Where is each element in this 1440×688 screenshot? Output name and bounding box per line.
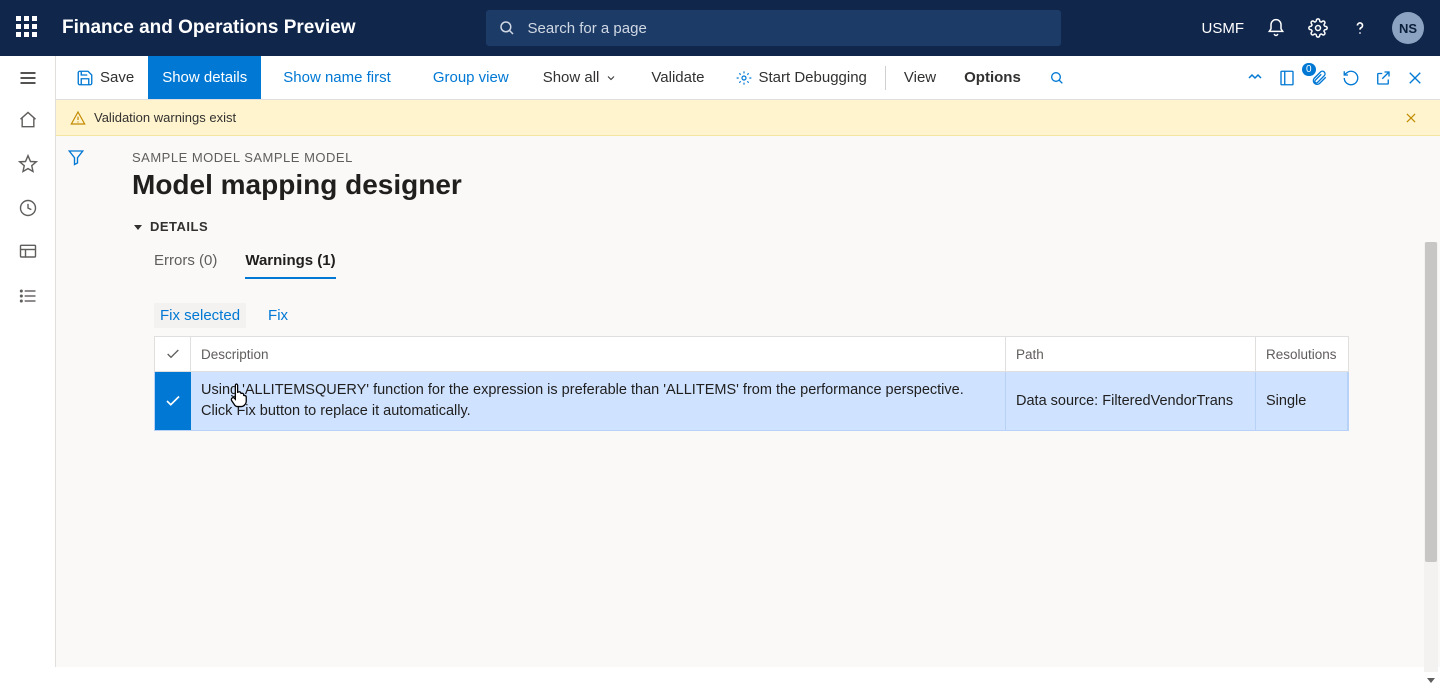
attachments-badge: 0	[1302, 63, 1316, 76]
hamburger-icon	[18, 68, 38, 88]
rail-home-button[interactable]	[18, 110, 38, 130]
chevron-down-icon	[605, 72, 617, 84]
banner-close-button[interactable]	[1404, 111, 1426, 125]
close-icon	[1404, 111, 1418, 125]
cell-path: Data source: FilteredVendorTrans	[1006, 372, 1256, 430]
details-label: DETAILS	[150, 219, 208, 234]
app-title: Finance and Operations Preview	[62, 17, 356, 39]
star-icon	[18, 154, 38, 174]
left-rail	[0, 100, 56, 667]
close-icon	[1406, 69, 1424, 87]
search-icon	[1049, 70, 1065, 86]
row-checkbox[interactable]	[155, 372, 191, 430]
validation-warning-banner: Validation warnings exist	[56, 100, 1440, 136]
global-search[interactable]	[486, 10, 1061, 46]
list-icon	[18, 286, 38, 306]
rail-modules-button[interactable]	[18, 286, 38, 306]
search-input[interactable]	[528, 20, 1049, 37]
rail-workspaces-button[interactable]	[18, 242, 38, 262]
scrollbar-thumb[interactable]	[1425, 242, 1437, 562]
help-icon[interactable]	[1350, 18, 1370, 38]
column-header-description[interactable]: Description	[191, 337, 1006, 371]
popout-icon	[1374, 69, 1392, 87]
details-section-toggle[interactable]: DETAILS	[132, 219, 1440, 234]
start-debugging-button[interactable]: Start Debugging	[722, 56, 880, 99]
separator	[885, 66, 886, 90]
refresh-button[interactable]	[1342, 69, 1360, 87]
warnings-actions: Fix selected Fix	[154, 303, 1440, 328]
caret-down-icon	[132, 221, 144, 233]
app-launcher-icon[interactable]	[16, 16, 40, 40]
workspace-icon	[18, 242, 38, 262]
check-icon	[165, 346, 181, 362]
scroll-down-arrow[interactable]	[1424, 672, 1438, 688]
fix-selected-button[interactable]: Fix selected	[154, 303, 246, 328]
office-icon[interactable]	[1278, 69, 1296, 87]
tab-warnings[interactable]: Warnings (1)	[245, 252, 335, 279]
warning-icon	[70, 110, 86, 126]
banner-text: Validation warnings exist	[94, 110, 236, 125]
popout-button[interactable]	[1374, 69, 1392, 87]
search-icon	[498, 19, 516, 37]
grid-header-row: Description Path Resolutions	[154, 336, 1349, 372]
options-menu[interactable]: Options	[950, 56, 1035, 99]
filter-rail	[56, 136, 96, 667]
rail-favorites-button[interactable]	[18, 154, 38, 174]
table-row[interactable]: Using 'ALLITEMSQUERY' function for the e…	[154, 372, 1349, 431]
clock-icon	[18, 198, 38, 218]
column-header-path[interactable]: Path	[1006, 337, 1256, 371]
show-name-first-button[interactable]: Show name first	[269, 56, 405, 99]
save-label: Save	[100, 69, 134, 86]
refresh-icon	[1342, 69, 1360, 87]
view-menu[interactable]: View	[890, 56, 950, 99]
validate-button[interactable]: Validate	[637, 56, 718, 99]
flow-icon[interactable]	[1246, 69, 1264, 87]
notifications-icon[interactable]	[1266, 18, 1286, 38]
group-view-button[interactable]: Group view	[419, 56, 523, 99]
home-icon	[18, 110, 38, 130]
page-main: SAMPLE MODEL SAMPLE MODEL Model mapping …	[96, 136, 1440, 667]
user-avatar[interactable]: NS	[1392, 12, 1424, 44]
save-icon	[76, 69, 94, 87]
select-all-checkbox[interactable]	[155, 337, 191, 371]
rail-recent-button[interactable]	[18, 198, 38, 218]
global-header: Finance and Operations Preview USMF NS	[0, 0, 1440, 56]
attachments-button[interactable]: 0	[1310, 69, 1328, 87]
close-button[interactable]	[1406, 69, 1424, 87]
column-header-resolutions[interactable]: Resolutions	[1256, 337, 1348, 371]
settings-icon[interactable]	[1308, 18, 1328, 38]
debug-icon	[736, 70, 752, 86]
tab-errors[interactable]: Errors (0)	[154, 252, 217, 279]
cell-description: Using 'ALLITEMSQUERY' function for the e…	[191, 372, 1006, 430]
warnings-grid: Description Path Resolutions Using 'ALLI…	[154, 336, 1349, 431]
show-all-dropdown[interactable]: Show all	[529, 56, 632, 99]
cell-resolutions: Single	[1256, 372, 1348, 430]
breadcrumb: SAMPLE MODEL SAMPLE MODEL	[132, 150, 1440, 165]
command-bar: Save Show details Show name first Group …	[0, 56, 1440, 100]
save-button[interactable]: Save	[56, 56, 148, 99]
vertical-scrollbar[interactable]	[1424, 242, 1438, 672]
filter-icon[interactable]	[67, 148, 85, 166]
check-icon	[164, 392, 182, 410]
find-button[interactable]	[1035, 56, 1079, 99]
content-area: Validation warnings exist SAMPLE MODEL S…	[56, 100, 1440, 667]
show-details-button[interactable]: Show details	[148, 56, 261, 99]
company-picker[interactable]: USMF	[1202, 20, 1245, 37]
fix-button[interactable]: Fix	[262, 303, 294, 328]
page-title: Model mapping designer	[132, 169, 1440, 201]
chevron-down-icon	[1425, 674, 1437, 686]
nav-collapse-button[interactable]	[0, 56, 56, 100]
details-tabs: Errors (0) Warnings (1)	[154, 252, 1440, 279]
